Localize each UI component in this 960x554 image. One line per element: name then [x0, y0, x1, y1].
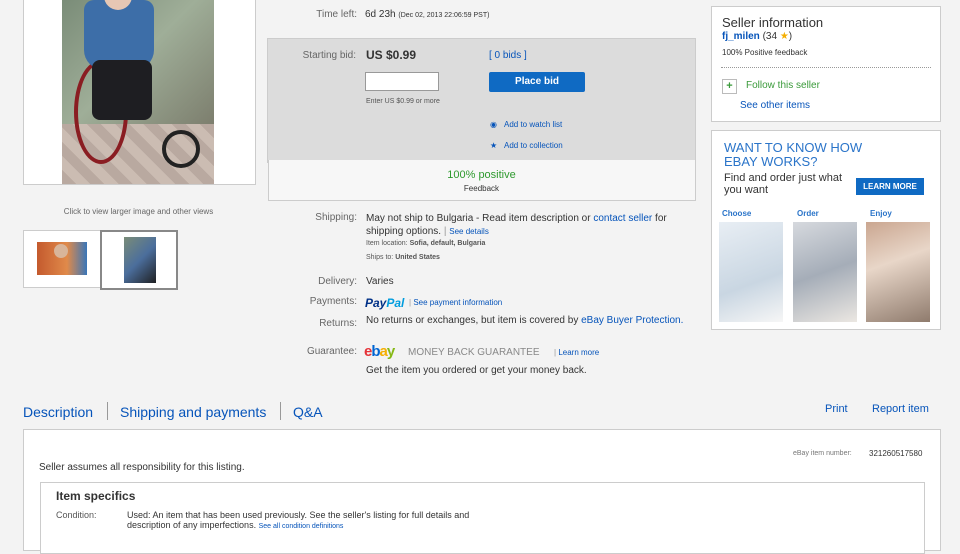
tab-divider	[280, 402, 281, 420]
ad-step-enjoy: Enjoy	[870, 209, 892, 218]
photo-caption: Click to view larger image and other vie…	[63, 207, 214, 216]
condition-label: Condition:	[56, 510, 97, 520]
guarantee-learn-more-link[interactable]: | Learn more	[554, 348, 599, 357]
item-number-label: eBay item number:	[793, 450, 852, 457]
ebay-logo-b: b	[371, 343, 380, 360]
ad-step-order: Order	[797, 209, 819, 218]
returns-text: No returns or exchanges, but item is cov…	[366, 315, 579, 326]
delivery-value: Varies	[366, 276, 394, 287]
contact-seller-link[interactable]: contact seller	[593, 213, 652, 224]
seller-info-title: Seller information	[722, 15, 824, 30]
ships-to-label: Ships to:	[366, 254, 394, 261]
feedback-percent: 100% positive	[447, 169, 516, 181]
seller-score-close: )	[788, 31, 793, 42]
place-bid-button[interactable]: Place bid	[489, 72, 585, 92]
star-icon: ★	[490, 141, 498, 150]
seller-feedback: 100% Positive feedback	[722, 48, 808, 57]
eye-icon: ◉	[490, 120, 497, 129]
time-left-end-date: (Dec 02, 2013 22:06:59 PST)	[398, 12, 490, 19]
time-left-duration: 6d 23h	[365, 9, 396, 20]
bid-amount-input[interactable]	[365, 72, 439, 91]
paypal-pal: Pal	[386, 296, 405, 310]
seller-divider	[721, 67, 931, 68]
condition-value: Used: An item that has been used previou…	[127, 510, 497, 532]
guarantee-subtext: Get the item you ordered or get your mon…	[366, 365, 587, 376]
time-left-value: 6d 23h (Dec 02, 2013 22:06:59 PST)	[365, 9, 489, 20]
ebay-logo-y: y	[386, 343, 395, 360]
tab-qa[interactable]: Q&A	[293, 404, 323, 420]
shipping-text: May not ship to Bulgaria - Read item des…	[366, 213, 591, 224]
bid-count-link[interactable]: [ 0 bids ]	[489, 50, 527, 61]
returns-label: Returns:	[319, 318, 357, 329]
item-number-value: 321260517580	[869, 449, 923, 458]
ad-image-choose	[719, 222, 783, 322]
see-details-link[interactable]: See details	[449, 227, 489, 236]
payments-label: Payments:	[309, 296, 357, 307]
ad-image-enjoy	[866, 222, 930, 322]
shipping-value: May not ship to Bulgaria - Read item des…	[366, 213, 667, 237]
starting-bid-label: Starting bid:	[302, 50, 356, 61]
guarantee-label: Guarantee:	[306, 346, 357, 357]
item-location-label: Item location:	[366, 240, 408, 247]
time-left-label: Time left:	[316, 9, 357, 20]
guarantee-learn-more-label: Learn more	[558, 348, 600, 357]
ad-title: WANT TO KNOW HOW EBAY WORKS?	[724, 140, 863, 169]
returns-value: No returns or exchanges, but item is cov…	[366, 316, 686, 326]
starting-bid-value: US $0.99	[366, 48, 417, 62]
see-other-items-link[interactable]: See other items	[740, 100, 810, 111]
ebay-logo: ebay	[364, 343, 395, 360]
shipping-label: Shipping:	[315, 212, 357, 223]
ad-image-order	[793, 222, 857, 322]
thumbnail-1[interactable]	[23, 230, 101, 288]
watch-list-label: Add to watch list	[504, 120, 563, 129]
condition-definitions-link[interactable]: See all condition definitions	[259, 523, 344, 530]
item-specifics-title: Item specifics	[56, 489, 136, 503]
feedback-label: Feedback	[463, 184, 500, 193]
tab-divider	[107, 402, 108, 420]
seller-score-open[interactable]: (34	[763, 31, 777, 42]
print-link[interactable]: Print	[825, 403, 848, 415]
money-back-guarantee-text: MONEY BACK GUARANTEE	[408, 347, 540, 358]
star-icon: ★	[779, 31, 789, 42]
report-item-link[interactable]: Report item	[872, 403, 929, 415]
plus-icon[interactable]: +	[722, 79, 737, 94]
tab-shipping-and-payments[interactable]: Shipping and payments	[120, 404, 266, 420]
ad-learn-more-button[interactable]: LEARN MORE	[856, 178, 924, 195]
paypal-logo: PayPal	[365, 296, 404, 310]
collection-label: Add to collection	[504, 141, 563, 150]
add-to-watch-list-link[interactable]: ◉ Add to watch list	[490, 120, 562, 129]
follow-seller-link[interactable]: Follow this seller	[746, 80, 820, 91]
add-to-collection-link[interactable]: ★ Add to collection	[490, 141, 563, 150]
ad-subtitle: Find and order just what you want	[724, 172, 843, 196]
thumbnail-2-selected[interactable]	[100, 230, 178, 290]
seller-name-row: fj_milen (34 ★)	[722, 31, 792, 42]
item-location-value: Sofia, default, Bulgaria	[409, 240, 486, 247]
buyer-protection-link[interactable]: eBay Buyer Protection.	[581, 315, 683, 326]
seller-name-link[interactable]: fj_milen	[722, 31, 760, 42]
ad-step-choose: Choose	[722, 209, 752, 218]
paypal-pay: Pay	[365, 296, 387, 310]
ships-to: Ships to: United States	[366, 254, 440, 261]
delivery-label: Delivery:	[318, 276, 357, 287]
tab-description[interactable]: Description	[23, 404, 93, 420]
ships-to-value: United States	[395, 254, 440, 261]
payment-info-link[interactable]: | See payment information	[409, 298, 502, 307]
payment-info-label: See payment information	[413, 298, 503, 307]
seller-responsibility-note: Seller assumes all responsibility for th…	[39, 462, 245, 473]
item-location: Item location: Sofia, default, Bulgaria	[366, 240, 485, 247]
bid-hint: Enter US $0.99 or more	[366, 98, 440, 105]
main-item-photo[interactable]	[62, 0, 214, 184]
ebay-logo-a: a	[379, 343, 388, 360]
